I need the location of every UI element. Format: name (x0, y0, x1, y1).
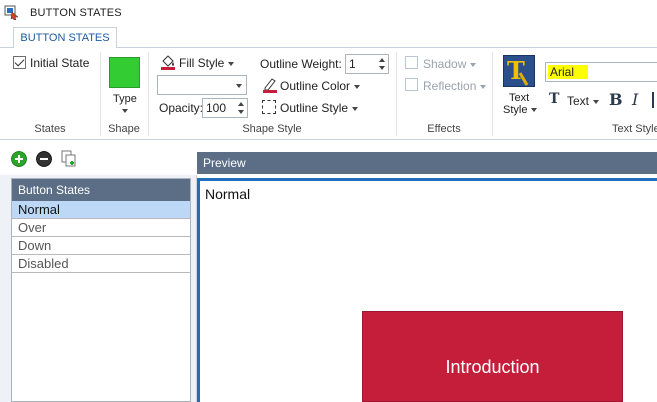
list-item[interactable]: Over (12, 219, 190, 237)
reflection-checkbox[interactable] (405, 78, 418, 91)
chevron-down-icon (470, 62, 477, 67)
shape-group-label: Shape (108, 123, 140, 135)
add-icon[interactable] (11, 151, 27, 167)
italic-button[interactable]: I (632, 90, 638, 109)
font-name-value: Arial (550, 65, 575, 79)
text-icon: T (549, 91, 560, 107)
initial-state-checkbox[interactable] (13, 56, 26, 69)
introduction-button[interactable]: Introduction (362, 311, 623, 402)
chevron-down-icon (354, 84, 361, 89)
tab-button-states[interactable]: BUTTON STATES (13, 27, 117, 49)
shape-type-label: Type (113, 93, 137, 105)
chevron-down-icon (228, 61, 235, 66)
text-button[interactable]: Text (567, 94, 600, 108)
outline-style-label: Outline Style (280, 101, 349, 115)
shadow-checkbox[interactable] (405, 56, 418, 69)
chevron-down-icon[interactable] (122, 109, 128, 113)
outline-color-label: Outline Color (280, 79, 351, 93)
opacity-label: Opacity: (159, 101, 204, 115)
ribbon-tab-row: BUTTON STATES (0, 26, 657, 49)
font-name-input[interactable]: Arial (545, 62, 657, 82)
list-item[interactable]: Down (12, 237, 190, 255)
preview-state-label: Normal (205, 186, 251, 202)
window-title: BUTTON STATES (30, 7, 122, 19)
title-bar: BUTTON STATES (0, 0, 657, 26)
app-icon (4, 5, 19, 20)
list-item[interactable]: Disabled (12, 255, 190, 273)
truncated-icon (652, 92, 654, 108)
reflection-button[interactable]: Reflection (423, 79, 487, 93)
text-style-icon[interactable]: T (503, 55, 535, 87)
opacity-value: 100 (206, 101, 227, 115)
initial-state-label: Initial State (30, 56, 90, 70)
paint-bucket-icon (161, 55, 175, 70)
reflection-label: Reflection (423, 79, 477, 93)
chevron-down-icon (531, 108, 538, 113)
shadow-label: Shadow (423, 57, 467, 71)
list-header: Button States (12, 179, 190, 201)
button-states-list: Button States Normal Over Down Disabled (11, 178, 191, 402)
shadow-button[interactable]: Shadow (423, 57, 477, 71)
outline-weight-input[interactable]: 1 (345, 54, 389, 74)
chevron-down-icon (480, 84, 487, 89)
opacity-spinner[interactable] (235, 99, 247, 117)
bold-button[interactable]: B (609, 90, 623, 109)
fill-style-label: Fill Style (179, 56, 225, 70)
outline-weight-label: Outline Weight: (260, 57, 342, 71)
outline-weight-value: 1 (349, 57, 356, 71)
outline-style-icon (262, 100, 276, 114)
text-label: Text (567, 94, 590, 108)
chevron-down-icon (352, 106, 359, 111)
divider (492, 52, 493, 136)
outline-style-button[interactable]: Outline Style (280, 101, 359, 115)
remove-icon[interactable] (36, 151, 52, 167)
outline-weight-spinner[interactable] (376, 55, 388, 73)
shape-style-group-label: Shape Style (242, 123, 302, 135)
text-style-label-1: Text (509, 92, 530, 104)
list-item[interactable]: Normal (12, 201, 190, 219)
chevron-down-icon (593, 99, 600, 104)
opacity-input[interactable]: 100 (202, 98, 248, 118)
fill-style-dropdown[interactable] (157, 75, 247, 95)
text-style-group-label: Text Style (612, 123, 657, 135)
outline-color-button[interactable]: Outline Color (280, 79, 361, 93)
text-style-button[interactable]: Style (503, 104, 538, 116)
chevron-down-icon (236, 84, 242, 88)
preview-header: Preview (197, 152, 657, 174)
text-style-label-2: Style (503, 104, 528, 116)
pen-icon (263, 78, 277, 93)
ribbon: Initial State States Shape Fill Style Op… (0, 48, 657, 140)
fill-style-button[interactable]: Fill Style (179, 56, 235, 70)
duplicate-icon[interactable] (61, 150, 78, 168)
shape-fill-swatch[interactable] (109, 57, 140, 88)
effects-group-label: Effects (427, 123, 461, 135)
states-group-label: States (34, 123, 66, 135)
